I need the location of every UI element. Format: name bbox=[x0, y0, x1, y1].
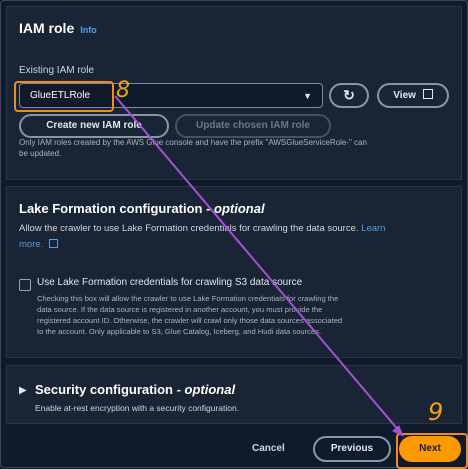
checkbox-desc-line4: to the account. Only applicable to S3, G… bbox=[37, 327, 322, 336]
external-link-icon bbox=[422, 89, 433, 99]
previous-button[interactable]: Previous bbox=[313, 436, 391, 462]
step-9-annotation: 9 bbox=[428, 398, 444, 426]
previous-button-label: Previous bbox=[330, 443, 374, 454]
iam-role-heading: IAM role Info bbox=[19, 20, 97, 36]
checkbox-desc-line2: data source. If the data source is regis… bbox=[37, 305, 323, 314]
security-configuration-heading[interactable]: Security configuration - optional bbox=[35, 382, 235, 397]
lake-formation-checkbox[interactable] bbox=[19, 279, 31, 291]
refresh-button[interactable]: ↻ bbox=[329, 83, 369, 108]
update-chosen-iam-role-label: Update chosen IAM role bbox=[196, 120, 310, 131]
learn-more-link-b[interactable]: more. bbox=[19, 239, 43, 250]
lake-formation-optional: optional bbox=[214, 201, 265, 216]
view-button[interactable]: View bbox=[377, 83, 449, 108]
iam-note-line2: be updated. bbox=[19, 149, 62, 158]
next-highlight-box bbox=[396, 433, 468, 469]
lake-formation-checkbox-description: Checking this box will allow the crawler… bbox=[37, 293, 342, 337]
checkbox-desc-line3: registered account ID. Otherwise, the cr… bbox=[37, 316, 343, 325]
security-configuration-panel: ▶ Security configuration - optional Enab… bbox=[6, 365, 462, 424]
lake-formation-title: Lake Formation configuration bbox=[19, 201, 203, 216]
iam-note-line1: Only IAM roles created by the AWS Glue c… bbox=[19, 138, 367, 147]
security-configuration-description: Enable at-rest encryption with a securit… bbox=[35, 403, 240, 413]
lake-formation-desc-text: Allow the crawler to use Lake Formation … bbox=[19, 223, 359, 234]
iam-role-highlight-box bbox=[14, 81, 114, 112]
security-configuration-title: Security configuration bbox=[35, 382, 173, 397]
step-8-annotation: 8 bbox=[116, 78, 130, 103]
view-button-label: View bbox=[393, 90, 416, 101]
expand-caret-icon[interactable]: ▶ bbox=[19, 385, 27, 396]
iam-role-title: IAM role bbox=[19, 20, 75, 36]
learn-more-link-a[interactable]: Learn bbox=[361, 223, 385, 234]
checkbox-desc-line1: Checking this box will allow the crawler… bbox=[37, 294, 339, 303]
refresh-icon: ↻ bbox=[343, 87, 355, 103]
iam-note: Only IAM roles created by the AWS Glue c… bbox=[19, 137, 367, 159]
lake-formation-checkbox-label: Use Lake Formation credentials for crawl… bbox=[37, 277, 303, 288]
learn-more-external-icon bbox=[48, 239, 58, 248]
cancel-button[interactable]: Cancel bbox=[252, 443, 285, 454]
create-new-iam-role-label: Create new IAM role bbox=[46, 120, 142, 131]
security-optional: optional bbox=[184, 382, 236, 397]
existing-iam-role-label: Existing IAM role bbox=[19, 65, 95, 76]
lake-formation-panel: Lake Formation configuration - optional … bbox=[6, 186, 462, 358]
lake-formation-heading: Lake Formation configuration - optional bbox=[19, 201, 265, 216]
info-link[interactable]: Info bbox=[80, 25, 97, 35]
lake-formation-description: Allow the crawler to use Lake Formation … bbox=[19, 221, 419, 253]
dropdown-caret-icon: ▼ bbox=[303, 91, 312, 101]
update-chosen-iam-role-button[interactable]: Update chosen IAM role bbox=[175, 114, 331, 138]
create-new-iam-role-button[interactable]: Create new IAM role bbox=[19, 114, 169, 138]
